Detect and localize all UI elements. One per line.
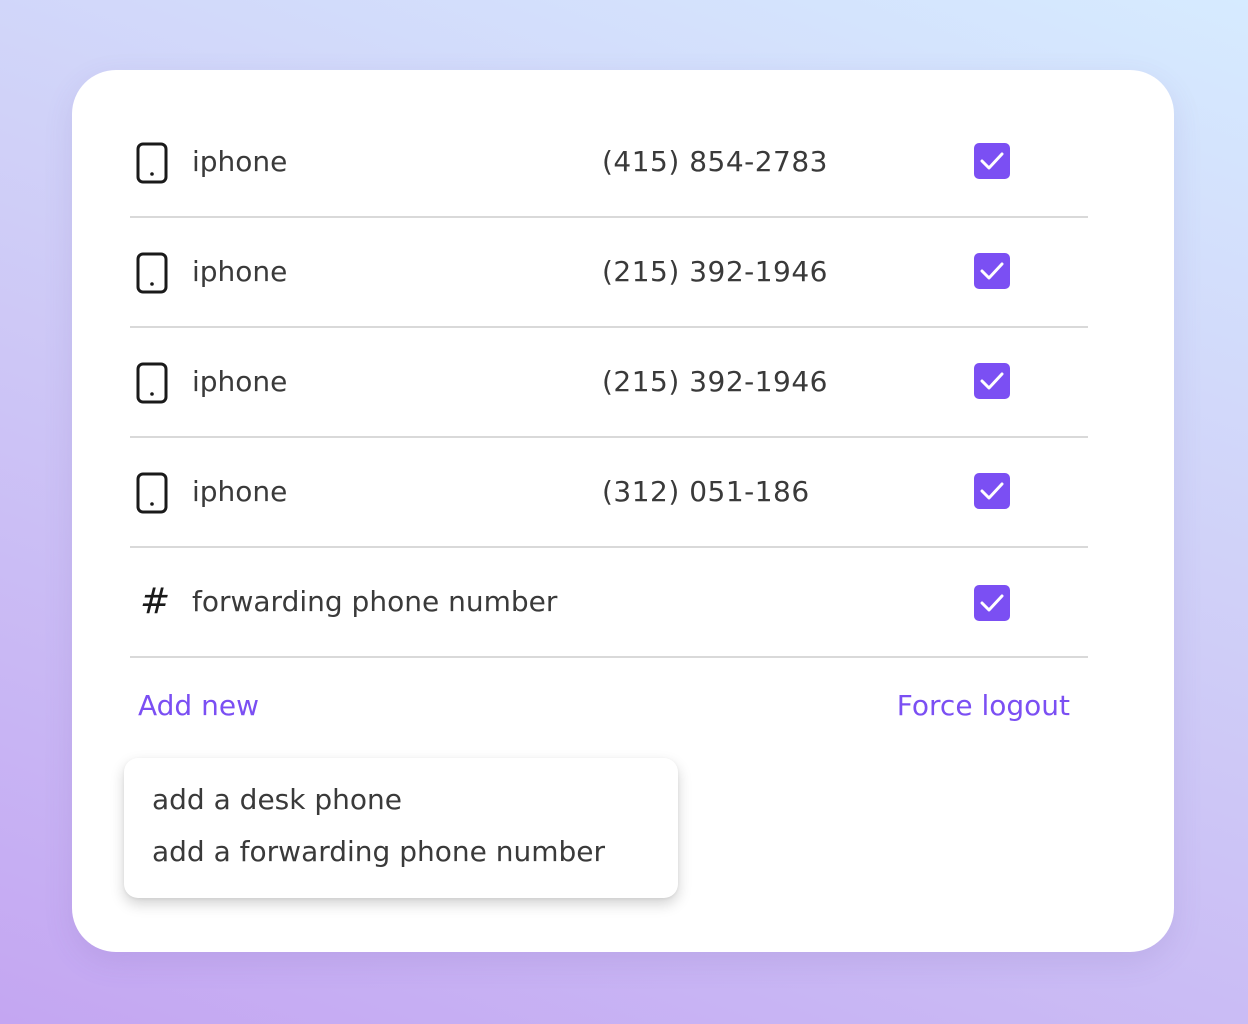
device-row: iphone (215) 392-1946 [130,328,1088,438]
checkmark-icon [980,262,1004,280]
device-row: iphone (215) 392-1946 [130,218,1088,328]
smartphone-icon [136,362,168,404]
device-row: iphone (312) 051-186 [130,438,1088,548]
actions-bar: Add new Force logout [130,686,1088,726]
forwarding-label: forwarding phone number [192,585,558,618]
forwarding-checkbox[interactable] [974,585,1010,621]
checkmark-icon [980,482,1004,500]
add-new-link[interactable]: Add new [138,686,259,726]
smartphone-icon [136,252,168,294]
device-checkbox[interactable] [974,253,1010,289]
checkmark-icon [980,372,1004,390]
checkmark-icon [980,594,1004,612]
add-new-dropdown: add a desk phone add a forwarding phone … [124,758,678,898]
device-checkbox[interactable] [974,363,1010,399]
checkmark-icon [980,152,1004,170]
menu-item-add-forwarding-number[interactable]: add a forwarding phone number [152,832,605,872]
forwarding-row: # forwarding phone number [130,548,1088,658]
device-number: (215) 392-1946 [602,365,828,398]
device-checkbox[interactable] [974,473,1010,509]
device-label: iphone [192,145,288,178]
force-logout-link[interactable]: Force logout [897,686,1070,726]
device-list: iphone (415) 854-2783 iphone (215) 392-1… [130,108,1088,658]
device-row: iphone (415) 854-2783 [130,108,1088,218]
menu-item-add-desk-phone[interactable]: add a desk phone [152,780,402,820]
devices-card: iphone (415) 854-2783 iphone (215) 392-1… [72,70,1174,952]
device-number: (312) 051-186 [602,475,810,508]
device-label: iphone [192,365,288,398]
smartphone-icon [136,142,168,184]
device-label: iphone [192,475,288,508]
device-label: iphone [192,255,288,288]
device-checkbox[interactable] [974,143,1010,179]
device-number: (215) 392-1946 [602,255,828,288]
hash-icon: # [140,581,171,622]
device-number: (415) 854-2783 [602,145,828,178]
smartphone-icon [136,472,168,514]
